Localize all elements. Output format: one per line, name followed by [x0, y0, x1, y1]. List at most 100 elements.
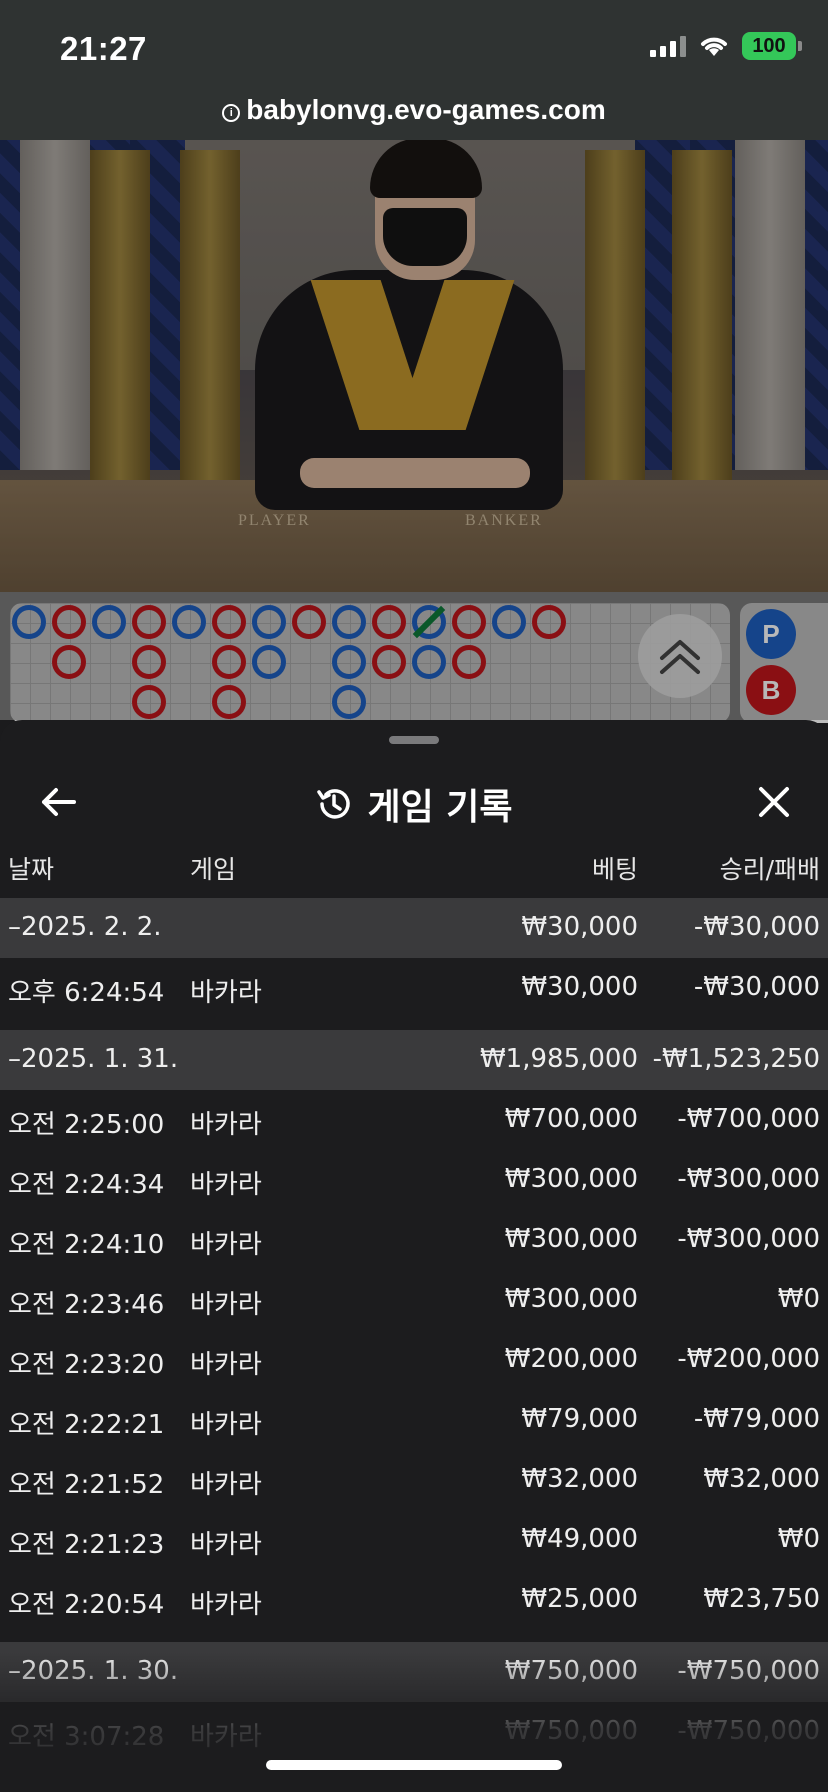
battery-icon: 100 [742, 32, 802, 60]
sheet-drag-handle[interactable] [389, 736, 439, 744]
status-icons: 100 [650, 32, 802, 60]
row-bet: ₩49,000 [521, 1524, 638, 1554]
player-predict-button[interactable]: P [746, 609, 796, 659]
banker-bead [212, 685, 246, 719]
row-date: 오전 2:20:54 [8, 1590, 165, 1620]
game-history-sheet: 게임 기록 날짜 게임 베팅 승리/패배 –2025. 2. 2. ₩30,000… [0, 720, 828, 1792]
banker-predict-button[interactable]: B [746, 665, 796, 715]
row-date: 오전 2:23:46 [8, 1290, 165, 1320]
date-group-row[interactable]: –2025. 1. 31. ₩1,985,000 -₩1,523,250 [0, 1030, 828, 1090]
row-win-loss: ₩0 [777, 1524, 820, 1554]
history-table-body: –2025. 2. 2. ₩30,000 -₩30,000 오후 6:24:54 바카라… [0, 898, 828, 1762]
column-win-loss: 승리/패배 [719, 855, 820, 884]
wifi-icon [701, 37, 727, 56]
row-date: –2025. 1. 31. [8, 1044, 179, 1074]
row-win-loss: -₩79,000 [693, 1404, 820, 1434]
row-bet: ₩30,000 [521, 912, 638, 942]
player-bead [412, 645, 446, 679]
row-bet: ₩750,000 [504, 1656, 638, 1686]
banker-bead [212, 605, 246, 639]
player-bead [332, 685, 366, 719]
row-bet: ₩200,000 [504, 1344, 638, 1374]
table-row[interactable]: 오전 2:20:54 바카라 ₩25,000 ₩23,750 [0, 1570, 828, 1630]
player-bead [492, 605, 526, 639]
cellular-signal-icon [650, 35, 686, 57]
row-game: 바카라 [190, 1170, 262, 1200]
table-row[interactable]: 오전 2:25:00 바카라 ₩700,000 -₩700,000 [0, 1090, 828, 1150]
table-row[interactable]: 오전 2:23:46 바카라 ₩300,000 ₩0 [0, 1270, 828, 1330]
address-bar[interactable]: i babylonvg.evo-games.com [0, 94, 828, 126]
row-date: 오전 2:24:34 [8, 1170, 165, 1200]
row-win-loss: -₩30,000 [693, 972, 820, 1002]
player-bead [332, 605, 366, 639]
roadmap-area: P B [0, 592, 828, 723]
player-bead [332, 645, 366, 679]
scroll-up-button[interactable] [638, 614, 722, 698]
double-chevron-up-icon [660, 640, 700, 674]
row-game: 바카라 [190, 1590, 262, 1620]
home-indicator[interactable] [266, 1760, 562, 1770]
banker-bead [372, 645, 406, 679]
banker-bead [292, 605, 326, 639]
banker-bead [132, 605, 166, 639]
row-game: 바카라 [190, 1290, 262, 1320]
row-win-loss: -₩30,000 [693, 912, 820, 942]
bead-road[interactable] [10, 603, 730, 723]
table-row[interactable]: 오전 2:21:52 바카라 ₩32,000 ₩32,000 [0, 1450, 828, 1510]
row-win-loss: -₩300,000 [677, 1224, 820, 1254]
table-row[interactable]: 오전 3:07:28 바카라 ₩750,000 -₩750,000 [0, 1702, 828, 1762]
sheet-title-wrap: 게임 기록 [0, 778, 828, 830]
clock: 21:27 [60, 30, 147, 67]
history-icon [317, 789, 351, 819]
row-win-loss: ₩23,750 [703, 1584, 820, 1614]
column-bet: 베팅 [591, 855, 638, 884]
row-bet: ₩300,000 [504, 1284, 638, 1314]
table-row[interactable]: 오후 6:24:54 바카라 ₩30,000 -₩30,000 [0, 958, 828, 1018]
row-game: 바카라 [190, 1110, 262, 1140]
row-win-loss: -₩300,000 [677, 1164, 820, 1194]
player-bead [252, 645, 286, 679]
row-date: 오전 2:21:23 [8, 1530, 165, 1560]
row-win-loss: -₩750,000 [677, 1716, 820, 1746]
row-date: –2025. 2. 2. [8, 912, 162, 942]
row-game: 바카라 [190, 1410, 262, 1440]
row-bet: ₩300,000 [504, 1164, 638, 1194]
date-group-row[interactable]: –2025. 2. 2. ₩30,000 -₩30,000 [0, 898, 828, 958]
row-bet: ₩750,000 [504, 1716, 638, 1746]
player-bead [12, 605, 46, 639]
row-win-loss: -₩1,523,250 [652, 1044, 820, 1074]
row-bet: ₩79,000 [521, 1404, 638, 1434]
banker-bead [372, 605, 406, 639]
row-win-loss: ₩32,000 [703, 1464, 820, 1494]
column-date: 날짜 [8, 855, 55, 884]
column-game: 게임 [190, 855, 237, 884]
row-win-loss: -₩700,000 [677, 1104, 820, 1134]
banker-bead [132, 685, 166, 719]
row-win-loss: ₩0 [777, 1284, 820, 1314]
banker-bead [132, 645, 166, 679]
live-video: PLAYER BANKER [0, 140, 828, 592]
table-row[interactable]: 오전 2:22:21 바카라 ₩79,000 -₩79,000 [0, 1390, 828, 1450]
sheet-title: 게임 기록 [367, 787, 513, 828]
table-header: 날짜 게임 베팅 승리/패배 [0, 850, 828, 898]
row-win-loss: -₩200,000 [677, 1344, 820, 1374]
row-game: 바카라 [190, 1350, 262, 1380]
table-row[interactable]: 오전 2:21:23 바카라 ₩49,000 ₩0 [0, 1510, 828, 1570]
table-row[interactable]: 오전 2:24:34 바카라 ₩300,000 -₩300,000 [0, 1150, 828, 1210]
row-bet: ₩300,000 [504, 1224, 638, 1254]
row-date: 오전 2:21:52 [8, 1470, 165, 1500]
date-group-row[interactable]: –2025. 1. 30. ₩750,000 -₩750,000 [0, 1642, 828, 1702]
roadmap-side-panel: P B [740, 603, 828, 723]
close-button[interactable] [748, 776, 800, 828]
row-date: –2025. 1. 30. [8, 1656, 179, 1686]
row-date: 오전 3:07:28 [8, 1722, 165, 1752]
close-icon [759, 787, 789, 817]
banker-bead [532, 605, 566, 639]
url-text: babylonvg.evo-games.com [246, 94, 606, 125]
player-bead [252, 605, 286, 639]
table-row[interactable]: 오전 2:24:10 바카라 ₩300,000 -₩300,000 [0, 1210, 828, 1270]
row-game: 바카라 [190, 1722, 262, 1752]
row-bet: ₩25,000 [521, 1584, 638, 1614]
row-game: 바카라 [190, 978, 262, 1008]
table-row[interactable]: 오전 2:23:20 바카라 ₩200,000 -₩200,000 [0, 1330, 828, 1390]
